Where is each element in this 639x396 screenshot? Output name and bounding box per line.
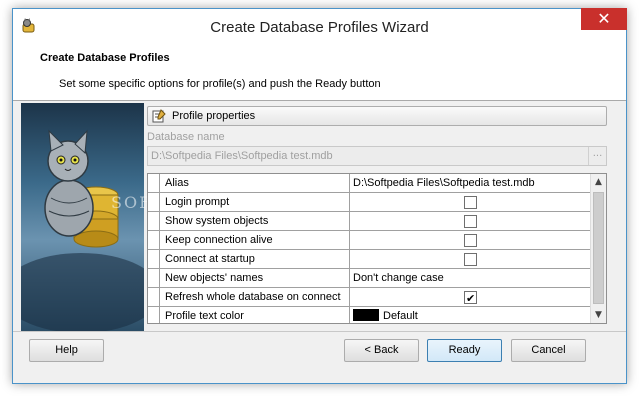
property-name: New objects' names xyxy=(160,269,350,288)
property-row-connect-at-startup[interactable]: Connect at startup xyxy=(148,250,591,269)
property-name: Alias xyxy=(160,174,350,193)
new-objects-names-value[interactable]: Don't change case xyxy=(350,269,591,288)
properties-grid[interactable]: Alias D:\Softpedia Files\Softpedia test.… xyxy=(147,173,607,324)
property-row-login-prompt[interactable]: Login prompt xyxy=(148,193,591,212)
property-value xyxy=(350,288,591,307)
property-row-show-system-objects[interactable]: Show system objects xyxy=(148,212,591,231)
refresh-whole-database-checkbox[interactable] xyxy=(464,290,477,307)
page-title: Create Database Profiles xyxy=(40,52,170,64)
property-name: Show system objects xyxy=(160,212,350,231)
row-gutter xyxy=(148,193,160,212)
property-row-profile-text-color[interactable]: Profile text color Default xyxy=(148,307,591,323)
color-swatch xyxy=(353,309,379,321)
properties-icon xyxy=(152,109,166,123)
property-row-new-objects-names[interactable]: New objects' names Don't change case xyxy=(148,269,591,288)
login-prompt-checkbox[interactable] xyxy=(464,196,477,209)
property-name: Keep connection alive xyxy=(160,231,350,250)
row-gutter xyxy=(148,212,160,231)
close-icon[interactable]: ✕ xyxy=(581,8,627,30)
cancel-button[interactable]: Cancel xyxy=(511,339,586,362)
row-gutter xyxy=(148,231,160,250)
cat-mascot-icon xyxy=(21,129,144,331)
grid-scrollbar[interactable]: ▲ ▼ xyxy=(590,174,606,323)
row-gutter xyxy=(148,307,160,323)
property-name: Profile text color xyxy=(160,307,350,323)
show-system-objects-checkbox[interactable] xyxy=(464,215,477,228)
property-value xyxy=(350,231,591,250)
property-value xyxy=(350,212,591,231)
row-gutter xyxy=(148,288,160,307)
back-button[interactable]: < Back xyxy=(344,339,419,362)
property-value xyxy=(350,250,591,269)
ready-button[interactable]: Ready xyxy=(427,339,502,362)
database-name-label: Database name xyxy=(147,131,225,143)
scroll-thumb[interactable] xyxy=(593,192,604,304)
scroll-down-icon[interactable]: ▼ xyxy=(591,307,606,323)
connect-at-startup-checkbox[interactable] xyxy=(464,253,477,266)
property-row-refresh-whole-database[interactable]: Refresh whole database on connect xyxy=(148,288,591,307)
profile-properties-button[interactable]: Profile properties xyxy=(147,106,607,126)
row-gutter xyxy=(148,174,160,193)
title-bar: Create Database Profiles Wizard ✕ xyxy=(13,8,627,45)
property-row-alias[interactable]: Alias D:\Softpedia Files\Softpedia test.… xyxy=(148,174,591,193)
side-image-panel xyxy=(21,103,144,331)
property-name: Refresh whole database on connect xyxy=(160,288,350,307)
page-subtitle: Set some specific options for profile(s)… xyxy=(59,78,381,90)
row-gutter xyxy=(148,250,160,269)
property-name: Login prompt xyxy=(160,193,350,212)
keep-connection-alive-checkbox[interactable] xyxy=(464,234,477,247)
property-row-keep-connection-alive[interactable]: Keep connection alive xyxy=(148,231,591,250)
color-name: Default xyxy=(383,310,418,322)
wizard-header: Create Database Profiles Set some specif… xyxy=(13,45,626,101)
footer-divider xyxy=(13,331,626,332)
wizard-window: Create Database Profiles Wizard ✕ Create… xyxy=(12,8,627,384)
alias-value[interactable]: D:\Softpedia Files\Softpedia test.mdb xyxy=(350,174,591,193)
help-button[interactable]: Help xyxy=(29,339,104,362)
database-name-value: D:\Softpedia Files\Softpedia test.mdb xyxy=(151,150,333,162)
property-value xyxy=(350,193,591,212)
profile-properties-label: Profile properties xyxy=(172,110,256,122)
database-name-field: D:\Softpedia Files\Softpedia test.mdb ..… xyxy=(147,146,607,166)
profile-text-color-value[interactable]: Default xyxy=(350,307,591,323)
window-title: Create Database Profiles Wizard xyxy=(210,19,429,36)
scroll-up-icon[interactable]: ▲ xyxy=(591,174,606,190)
row-gutter xyxy=(148,269,160,288)
property-name: Connect at startup xyxy=(160,250,350,269)
browse-button: ... xyxy=(588,147,606,165)
